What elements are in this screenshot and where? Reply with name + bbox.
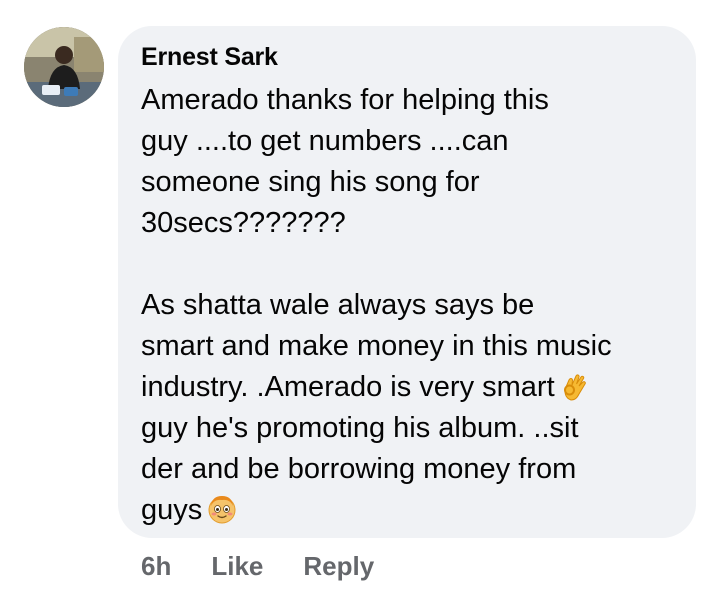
author-name[interactable]: Ernest Sark xyxy=(141,40,676,74)
comment-text: Amerado thanks for helping this guy ....… xyxy=(141,80,676,531)
avatar[interactable] xyxy=(24,27,104,107)
comment-paragraph-1: Amerado thanks for helping this guy ....… xyxy=(141,84,549,239)
comment-paragraph-2: As shatta wale always says be smart and … xyxy=(141,285,676,531)
blushing-face-icon xyxy=(206,493,238,525)
comment-bubble: Ernest Sark Amerado thanks for helping t… xyxy=(118,26,696,538)
avatar-image xyxy=(24,27,104,107)
comment-actions: 6h Like Reply xyxy=(141,551,414,582)
comment-paragraph-2-part-a: As shatta wale always says be smart and … xyxy=(141,289,612,403)
comment: Ernest Sark Amerado thanks for helping t… xyxy=(0,0,720,601)
reply-button[interactable]: Reply xyxy=(303,551,374,582)
ok-hand-icon xyxy=(559,370,591,402)
like-button[interactable]: Like xyxy=(211,551,263,582)
comment-timestamp[interactable]: 6h xyxy=(141,551,171,582)
